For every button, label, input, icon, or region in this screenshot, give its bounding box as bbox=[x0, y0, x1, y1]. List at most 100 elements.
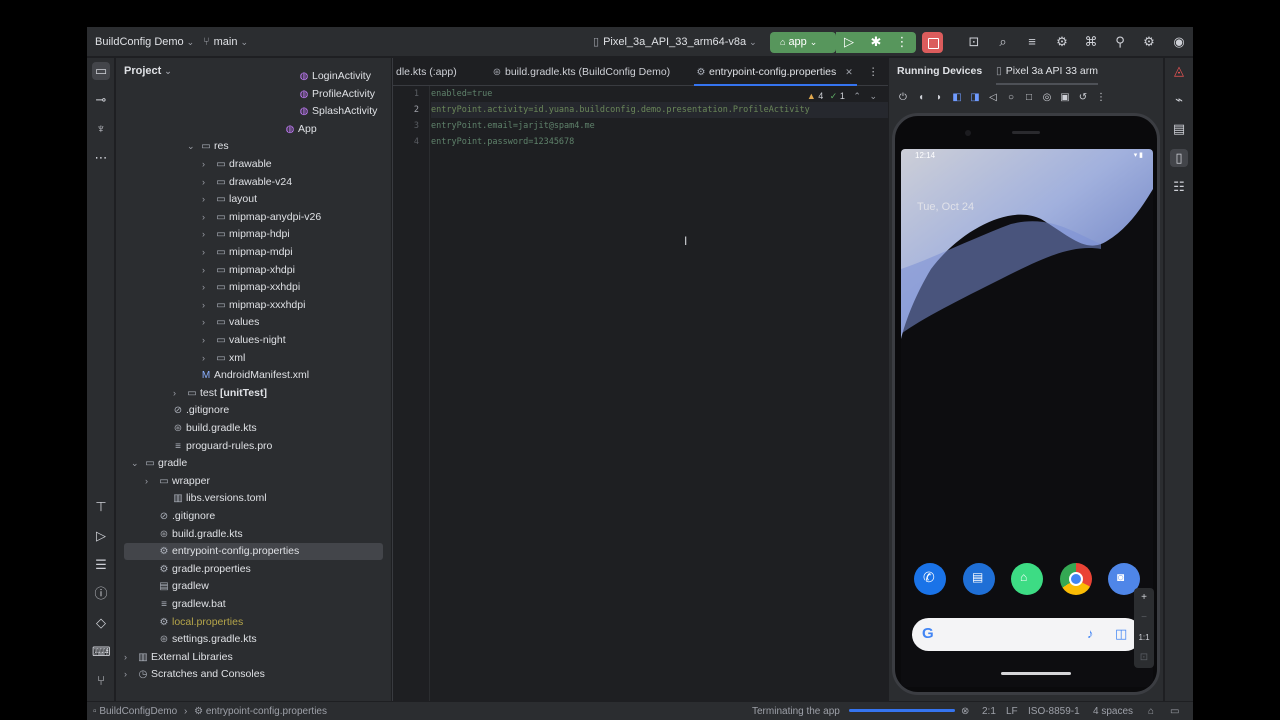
tree-item[interactable]: ⚙ entrypoint-config.properties bbox=[124, 543, 383, 561]
chevron-down-icon[interactable]: ⌄ bbox=[869, 91, 877, 101]
tree-item[interactable]: ◍ LoginActivity bbox=[124, 68, 384, 85]
settings-icon[interactable]: ⚙ bbox=[1140, 33, 1158, 51]
more-options-icon[interactable]: ⋮ bbox=[1094, 88, 1108, 108]
volume-down-icon[interactable]: ◗ bbox=[932, 88, 946, 108]
reset-icon[interactable]: ↺ bbox=[1076, 88, 1090, 108]
tree-item[interactable]: ⊛ build.gradle.kts bbox=[124, 526, 384, 543]
tree-item[interactable]: › ◷ Scratches and Consoles bbox=[124, 666, 384, 683]
profiler-icon[interactable]: ⌕ bbox=[994, 33, 1012, 51]
code-line[interactable]: entryPoint.activity=id.yuana.buildconfig… bbox=[431, 102, 888, 118]
background-task-label[interactable]: Terminating the app bbox=[752, 702, 840, 720]
tree-item[interactable]: ⚙ gradle.properties bbox=[124, 561, 384, 578]
gemini-icon[interactable]: ◇ bbox=[92, 614, 110, 632]
chevron-right-icon[interactable]: › bbox=[202, 262, 214, 279]
tree-item[interactable]: › ▭ drawable-v24 bbox=[124, 174, 384, 191]
volume-up-icon[interactable]: ◖ bbox=[914, 88, 928, 108]
device-explorer-icon[interactable]: ☷ bbox=[1170, 178, 1188, 196]
chevron-right-icon[interactable]: › bbox=[202, 332, 214, 349]
zoom-actual-size[interactable]: 1:1 bbox=[1134, 628, 1154, 648]
search-icon[interactable]: ⚲ bbox=[1111, 33, 1129, 51]
power-icon[interactable]: ⏻ bbox=[896, 88, 910, 108]
chevron-right-icon[interactable]: › bbox=[145, 473, 157, 490]
running-devices-icon[interactable]: ▯ bbox=[1170, 149, 1188, 167]
screen-record-icon[interactable]: ▣ bbox=[1058, 88, 1072, 108]
tab-entrypoint-config[interactable]: ⚙ entrypoint-config.properties ✕ bbox=[694, 58, 857, 86]
tree-item[interactable]: M AndroidManifest.xml bbox=[124, 367, 384, 384]
notifications-icon[interactable]: ◬ bbox=[1170, 62, 1188, 80]
close-icon[interactable]: ✕ bbox=[845, 67, 853, 77]
tree-item[interactable]: › ▭ layout bbox=[124, 191, 384, 208]
code-line[interactable]: enabled=true bbox=[431, 86, 492, 102]
tree-item[interactable]: › ▭ mipmap-hdpi bbox=[124, 226, 384, 243]
inspection-widget[interactable]: ▲ 4 ✓ 1 ⌃ ⌄ bbox=[807, 91, 877, 102]
screenshot-icon[interactable]: ◎ bbox=[1040, 88, 1054, 108]
memory-indicator-icon[interactable]: ▭ bbox=[1170, 702, 1179, 720]
tree-item[interactable]: › ▭ mipmap-xhdpi bbox=[124, 262, 384, 279]
tree-item[interactable]: ◍ App bbox=[124, 121, 384, 138]
chevron-right-icon[interactable]: › bbox=[202, 156, 214, 173]
sync-gradle-icon[interactable]: ≡ bbox=[1023, 33, 1041, 51]
zoom-in-icon[interactable]: + bbox=[1134, 588, 1154, 608]
more-actions-icon[interactable]: ⋮ bbox=[893, 33, 911, 51]
android-app-icon[interactable]: ⌂ bbox=[1011, 563, 1043, 595]
file-encoding[interactable]: ISO-8859-1 bbox=[1028, 702, 1080, 720]
terminal-icon[interactable]: ⌨ bbox=[92, 643, 111, 661]
chevron-right-icon[interactable]: › bbox=[202, 174, 214, 191]
tab-app-build-gradle[interactable]: dle.kts (:app) bbox=[396, 58, 457, 86]
chevron-right-icon[interactable]: › bbox=[202, 191, 214, 208]
chevron-down-icon[interactable]: ⌄ bbox=[187, 138, 199, 155]
read-only-toggle-icon[interactable]: ⌂ bbox=[1148, 702, 1154, 720]
tree-item[interactable]: › ▭ mipmap-mdpi bbox=[124, 244, 384, 261]
tree-item[interactable]: › ▭ values-night bbox=[124, 332, 384, 349]
tree-item[interactable]: › ▭ mipmap-xxhdpi bbox=[124, 279, 384, 296]
rotate-left-icon[interactable]: ◧ bbox=[950, 88, 964, 108]
indent-setting[interactable]: 4 spaces bbox=[1093, 702, 1133, 720]
chevron-right-icon[interactable]: › bbox=[202, 209, 214, 226]
tab-project-build-gradle[interactable]: ⊛ build.gradle.kts (BuildConfig Demo) bbox=[490, 58, 670, 86]
phone-app-icon[interactable]: ✆ bbox=[914, 563, 946, 595]
run-icon[interactable]: ▷ bbox=[840, 33, 858, 51]
zoom-out-icon[interactable]: − bbox=[1134, 608, 1154, 628]
project-switcher[interactable]: BuildConfig Demo ⌄ bbox=[95, 27, 194, 57]
more-tools-icon[interactable]: ⋯ bbox=[92, 149, 110, 167]
tree-item[interactable]: › ▭ values bbox=[124, 314, 384, 331]
rotate-right-icon[interactable]: ◨ bbox=[968, 88, 982, 108]
tree-item[interactable]: ⊛ build.gradle.kts bbox=[124, 420, 384, 437]
microphone-icon[interactable]: ♪ bbox=[1087, 626, 1094, 641]
tree-item[interactable]: ⊛ settings.gradle.kts bbox=[124, 631, 384, 648]
gradle-tool-icon[interactable]: ⌁ bbox=[1170, 91, 1188, 109]
run-config-selector[interactable]: ⌂ app ⌄ bbox=[770, 32, 836, 53]
version-control-icon[interactable]: ⑂ bbox=[92, 672, 110, 690]
chevron-right-icon[interactable]: › bbox=[124, 649, 136, 666]
tree-item[interactable]: › ▭ test [unitTest] bbox=[124, 385, 384, 402]
code-line[interactable]: entryPoint.email=jarjit@spam4.me bbox=[431, 118, 595, 134]
breadcrumb-project[interactable]: BuildConfigDemo bbox=[99, 706, 177, 717]
overview-icon[interactable]: □ bbox=[1022, 88, 1036, 108]
debug-icon[interactable]: ✱ bbox=[867, 33, 885, 51]
run-tool-icon[interactable]: ▷ bbox=[92, 527, 110, 545]
tree-item[interactable]: › ▥ External Libraries bbox=[124, 649, 384, 666]
tree-item[interactable]: ⊘ .gitignore bbox=[124, 508, 384, 525]
code-line[interactable]: entryPoint.password=12345678 bbox=[431, 134, 574, 150]
cancel-task-icon[interactable]: ⊗ bbox=[961, 702, 969, 720]
chevron-right-icon[interactable]: › bbox=[202, 297, 214, 314]
tree-item[interactable]: ◍ SplashActivity bbox=[124, 103, 384, 120]
chevron-right-icon[interactable]: › bbox=[173, 385, 185, 402]
tree-item[interactable]: ▤ gradlew bbox=[124, 578, 384, 595]
tree-item[interactable]: ⌄ ▭ res bbox=[124, 138, 384, 155]
lens-icon[interactable]: ◫ bbox=[1115, 626, 1127, 642]
zoom-fit-icon[interactable]: ⊡ bbox=[1134, 648, 1154, 668]
home-icon[interactable]: ○ bbox=[1004, 88, 1018, 108]
chevron-right-icon[interactable]: › bbox=[202, 244, 214, 261]
resource-manager-icon[interactable]: ♆ bbox=[92, 120, 110, 138]
tree-item[interactable]: ⊘ .gitignore bbox=[124, 402, 384, 419]
tree-item[interactable]: › ▭ mipmap-anydpi-v26 bbox=[124, 209, 384, 226]
tree-item[interactable]: › ▭ wrapper bbox=[124, 473, 384, 490]
build-icon[interactable]: ⊤ bbox=[92, 498, 110, 516]
line-separator[interactable]: LF bbox=[1006, 702, 1018, 720]
device-manager-icon[interactable]: ⊡ bbox=[965, 33, 983, 51]
device-selector[interactable]: ▯ Pixel_3a_API_33_arm64-v8a ⌄ bbox=[593, 27, 757, 57]
google-search-bar[interactable]: G ♪ ◫ bbox=[912, 618, 1142, 651]
code-with-me-icon[interactable]: ⌘ bbox=[1082, 33, 1100, 51]
tree-item[interactable]: ≡ proguard-rules.pro bbox=[124, 438, 384, 455]
